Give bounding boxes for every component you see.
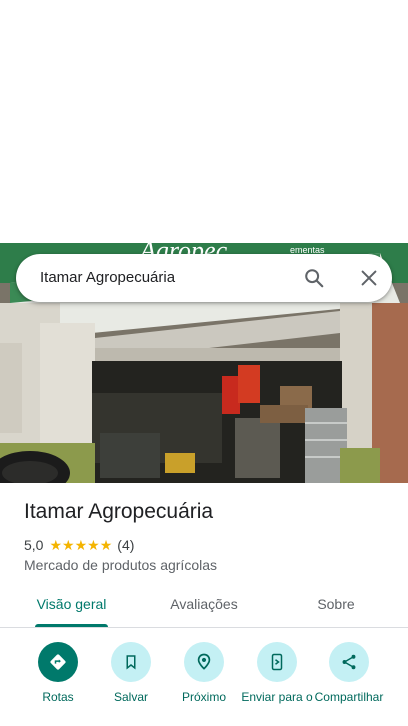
search-input[interactable]: Itamar Agropecuária bbox=[40, 269, 175, 286]
tab-overview[interactable]: Visão geral bbox=[35, 596, 108, 612]
star-icon: ★ bbox=[74, 537, 88, 553]
tab-reviews[interactable]: Avaliações bbox=[160, 596, 248, 612]
rating-row[interactable]: 5,0 ★ ★ ★ ★ ★ (4) bbox=[24, 536, 134, 554]
place-title: Itamar Agropecuária bbox=[24, 500, 214, 523]
share-label: Compartilhar bbox=[314, 690, 384, 704]
tab-about[interactable]: Sobre bbox=[306, 596, 366, 612]
share-icon bbox=[329, 642, 369, 682]
nearby-icon bbox=[184, 642, 224, 682]
star-icon: ★ bbox=[49, 537, 63, 553]
star-icon: ★ bbox=[99, 537, 113, 553]
save-label: Salvar bbox=[113, 690, 148, 704]
directions-button[interactable]: Rotas bbox=[20, 642, 96, 704]
send-to-phone-icon bbox=[257, 642, 297, 682]
review-count[interactable]: (4) bbox=[117, 537, 134, 553]
star-icon: ★ bbox=[62, 537, 75, 553]
send-to-phone-button[interactable]: Enviar para o bbox=[239, 642, 315, 704]
rating-stars: ★ ★ ★ ★ ★ bbox=[49, 538, 112, 552]
bookmark-icon bbox=[111, 642, 151, 682]
map-area bbox=[0, 0, 408, 243]
directions-label: Rotas bbox=[42, 690, 74, 704]
tab-bar: Visão geral Avaliações Sobre bbox=[0, 586, 408, 628]
tab-indicator bbox=[35, 624, 108, 627]
send-to-phone-label: Enviar para o bbox=[241, 690, 313, 704]
rating-value: 5,0 bbox=[24, 537, 44, 553]
save-button[interactable]: Salvar bbox=[93, 642, 169, 704]
search-bar[interactable]: Itamar Agropecuária bbox=[16, 254, 392, 302]
star-icon: ★ bbox=[87, 537, 100, 553]
close-icon[interactable] bbox=[358, 267, 380, 289]
share-button[interactable]: Compartilhar bbox=[311, 642, 387, 704]
nearby-label: Próximo bbox=[181, 690, 226, 704]
nearby-button[interactable]: Próximo bbox=[166, 642, 242, 704]
search-icon[interactable] bbox=[303, 267, 325, 289]
directions-icon bbox=[38, 642, 78, 682]
place-category: Mercado de produtos agrícolas bbox=[24, 557, 217, 573]
